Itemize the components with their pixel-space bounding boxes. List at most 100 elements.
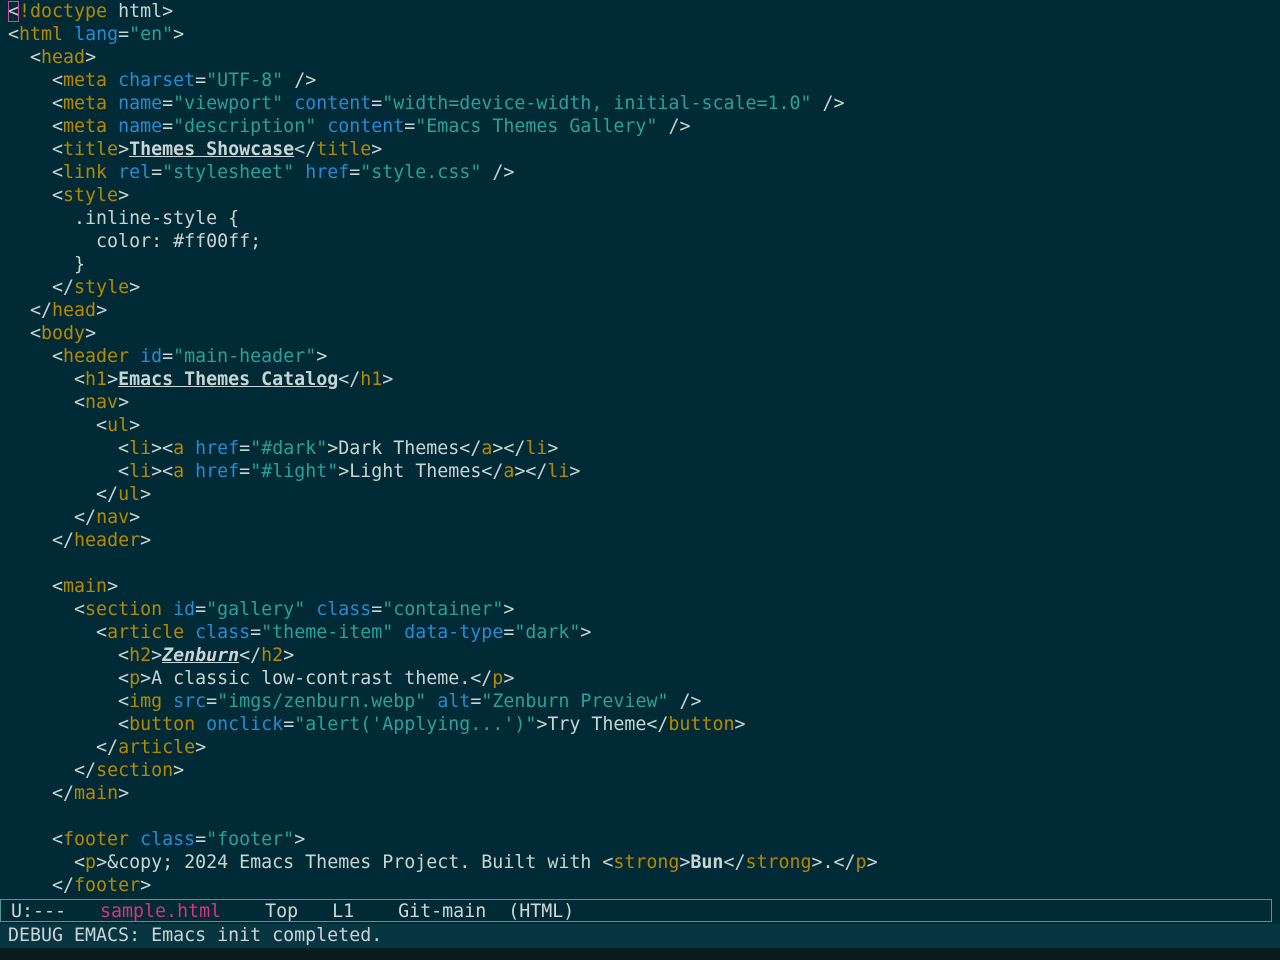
code-text: > (129, 415, 141, 436)
code-line[interactable]: <body> (8, 322, 1280, 345)
attribute-name: href (195, 438, 240, 459)
tag-name: a (173, 438, 185, 459)
code-text: >A classic low-contrast theme.</ (140, 668, 493, 689)
code-line[interactable]: </section> (8, 759, 1280, 782)
tag-name: section (96, 760, 174, 781)
code-buffer[interactable]: <!doctype html> <html lang="en"> <head> <… (8, 0, 1280, 897)
code-text: = (151, 162, 163, 183)
tag-name: li (547, 461, 570, 482)
modeline-position: Top (265, 901, 299, 922)
code-line[interactable]: <main> (8, 575, 1280, 598)
code-line[interactable]: color: #ff00ff; (8, 230, 1280, 253)
code-text: /> (811, 93, 845, 114)
code-line[interactable]: <h2>Zenburn</h2> (8, 644, 1280, 667)
code-text: </ (8, 484, 119, 505)
code-line[interactable]: <article class="theme-item" data-type="d… (8, 621, 1280, 644)
code-text: > (866, 852, 878, 873)
tag-name: title (63, 139, 119, 160)
code-line[interactable]: </ul> (8, 483, 1280, 506)
code-text: < (8, 438, 130, 459)
tag-name: p (855, 852, 867, 873)
attribute-value: "footer" (206, 829, 295, 850)
code-text: </ (294, 139, 317, 160)
code-text: > (679, 852, 691, 873)
code-text: = (250, 622, 262, 643)
code-line[interactable]: </nav> (8, 506, 1280, 529)
echo-message: DEBUG EMACS: Emacs init completed. (8, 925, 383, 946)
code-text: > (96, 300, 108, 321)
code-line[interactable]: .inline-style { (8, 207, 1280, 230)
tag-name: a (481, 438, 493, 459)
attribute-value: "Emacs Themes Gallery" (415, 116, 658, 137)
code-line[interactable]: <li><a href="#light">Light Themes</a></l… (8, 460, 1280, 483)
heading-text: Emacs Themes Catalog (118, 369, 339, 390)
code-text: = (349, 162, 361, 183)
code-text: </ (8, 737, 119, 758)
code-text: = (162, 93, 174, 114)
code-line[interactable]: <h1>Emacs Themes Catalog</h1> (8, 368, 1280, 391)
tag-name: meta (63, 70, 108, 91)
attribute-name: data-type (404, 622, 504, 643)
code-line[interactable]: </footer> (8, 874, 1280, 897)
editor-window[interactable]: <!doctype html> <html lang="en"> <head> <… (0, 0, 1280, 898)
code-text: > (140, 484, 152, 505)
tag-name: button (129, 714, 196, 735)
code-line[interactable]: <title>Themes Showcase</title> (8, 138, 1280, 161)
code-line[interactable]: <!doctype html> (8, 0, 1280, 23)
tag-name: main (63, 576, 108, 597)
code-line[interactable]: </main> (8, 782, 1280, 805)
code-text: > (140, 875, 152, 896)
code-text: < (8, 139, 64, 160)
code-line[interactable]: <section id="gallery" class="container"> (8, 598, 1280, 621)
attribute-name: src (173, 691, 207, 712)
code-line[interactable]: <img src="imgs/zenburn.webp" alt="Zenbur… (8, 690, 1280, 713)
code-line[interactable]: <header id="main-header"> (8, 345, 1280, 368)
code-line[interactable]: <html lang="en"> (8, 23, 1280, 46)
code-line[interactable]: <ul> (8, 414, 1280, 437)
code-text: < (8, 829, 64, 850)
attribute-value: "gallery" (206, 599, 306, 620)
attribute-value: "Zenburn Preview" (481, 691, 669, 712)
code-line[interactable]: <footer class="footer"> (8, 828, 1280, 851)
code-line[interactable]: </head> (8, 299, 1280, 322)
modeline-vc-branch[interactable]: Git-main (398, 901, 486, 922)
heading-text: Zenburn (162, 645, 240, 666)
code-text: html> (107, 1, 174, 22)
code-line[interactable]: <meta charset="UTF-8" /> (8, 69, 1280, 92)
code-text: > (107, 576, 119, 597)
tag-name: h2 (261, 645, 284, 666)
code-line[interactable]: <meta name="viewport" content="width=dev… (8, 92, 1280, 115)
code-text: >&copy; 2024 Emacs Themes Project. Built… (96, 852, 614, 873)
tag-name: img (129, 691, 163, 712)
code-line[interactable]: <p>A classic low-contrast theme.</p> (8, 667, 1280, 690)
code-text: > (140, 530, 152, 551)
modeline-buffer-name[interactable]: sample.html (100, 901, 221, 922)
code-text: </ (8, 760, 97, 781)
code-text: </ (8, 783, 75, 804)
code-line[interactable]: <button onclick="alert('Applying...')">T… (8, 713, 1280, 736)
code-line[interactable]: } (8, 253, 1280, 276)
code-line[interactable]: <li><a href="#dark">Dark Themes</a></li> (8, 437, 1280, 460)
code-text: /> (283, 70, 317, 91)
code-line[interactable]: <meta name="description" content="Emacs … (8, 115, 1280, 138)
code-line[interactable]: </style> (8, 276, 1280, 299)
code-line[interactable]: <p>&copy; 2024 Emacs Themes Project. Bui… (8, 851, 1280, 874)
code-text: > (294, 829, 306, 850)
attribute-name: href (195, 461, 240, 482)
attribute-name: href (305, 162, 350, 183)
code-line[interactable] (8, 552, 1280, 575)
code-line[interactable]: <style> (8, 184, 1280, 207)
code-line[interactable] (8, 805, 1280, 828)
code-line[interactable]: </header> (8, 529, 1280, 552)
code-line[interactable]: <head> (8, 46, 1280, 69)
code-line[interactable]: <link rel="stylesheet" href="style.css" … (8, 161, 1280, 184)
code-text: > (503, 599, 515, 620)
code-line[interactable]: <nav> (8, 391, 1280, 414)
code-text: >< (151, 438, 174, 459)
code-line[interactable]: </article> (8, 736, 1280, 759)
tag-name: main (74, 783, 119, 804)
modeline-major-mode[interactable]: (HTML) (508, 901, 574, 922)
